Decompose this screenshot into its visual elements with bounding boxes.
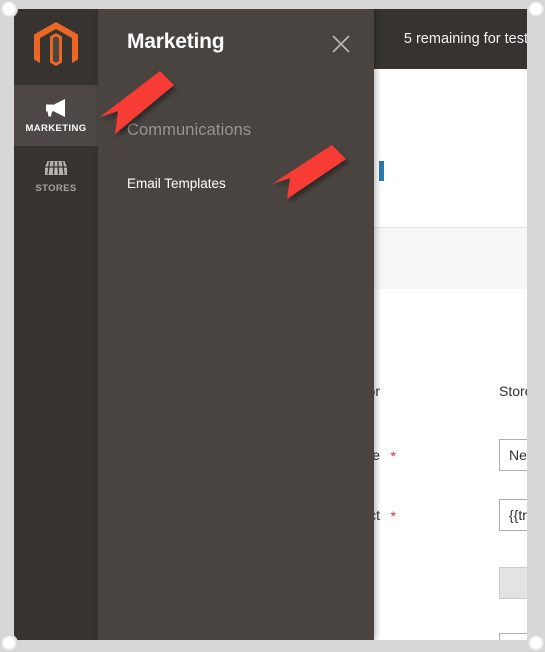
insert-variable-button[interactable]: Inser — [499, 567, 527, 599]
admin-sidebar-rail: MARKETING STORES — [14, 9, 98, 640]
sidebar-item-marketing[interactable]: MARKETING — [14, 85, 98, 146]
window-corner — [0, 0, 18, 18]
magento-logo[interactable] — [14, 9, 98, 85]
close-icon — [332, 35, 350, 53]
currently-used-for-value: Stores - — [499, 383, 527, 399]
magento-logo-icon — [34, 22, 78, 66]
template-name-input[interactable]: New C — [499, 439, 527, 471]
required-marker-icon: * — [390, 448, 396, 464]
template-subject-input[interactable]: {{tran — [499, 499, 527, 531]
primary-action-button-edge[interactable] — [379, 161, 384, 181]
window-corner — [527, 634, 545, 652]
flyout-header: Marketing — [98, 9, 374, 81]
window-corner — [527, 0, 545, 18]
marketing-flyout-panel: Marketing Communications Email Templates — [98, 9, 374, 640]
flyout-link-email-templates[interactable]: Email Templates — [127, 176, 226, 191]
flyout-section-heading-communications: Communications — [127, 121, 252, 139]
megaphone-icon — [46, 99, 65, 118]
sidebar-item-stores[interactable]: STORES — [14, 146, 98, 207]
close-button[interactable] — [326, 29, 356, 59]
admin-page: 5 remaining for test ently Used For Stor… — [14, 9, 527, 640]
storefront-icon — [45, 161, 67, 176]
template-content-input[interactable]: {"elem — [499, 633, 527, 640]
topbar-message: 5 remaining for test — [403, 31, 527, 47]
window-corner — [0, 634, 18, 652]
sidebar-item-label: STORES — [35, 183, 77, 195]
screenshot-root: 5 remaining for test ently Used For Stor… — [0, 0, 545, 652]
flyout-title: Marketing — [127, 30, 225, 53]
sidebar-item-label: MARKETING — [25, 123, 87, 135]
required-marker-icon: * — [390, 508, 396, 524]
